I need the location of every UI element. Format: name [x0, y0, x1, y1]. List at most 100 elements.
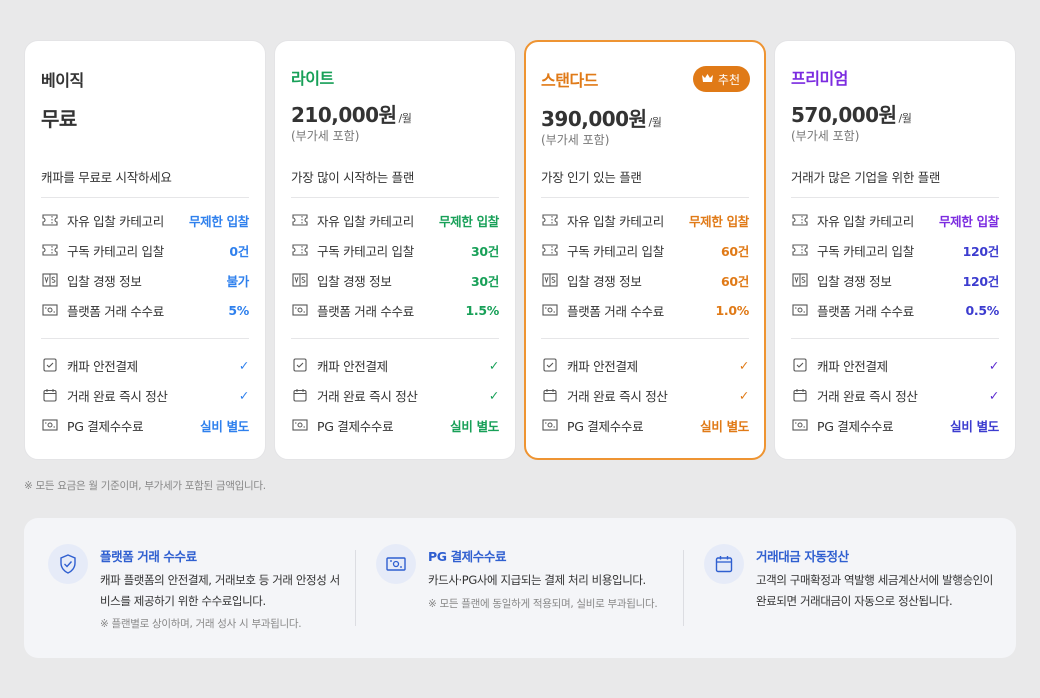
check-icon: ✓	[738, 387, 749, 403]
plan-card-standard[interactable]: 스탠다드 추천 390,000원/월 (부가세 포함) 가장 인기 있는 플랜 …	[524, 40, 766, 460]
plan-name: 스탠다드	[541, 71, 598, 90]
divider	[791, 338, 999, 339]
plan-card-premium[interactable]: 프리미엄 570,000원/월 (부가세 포함) 거래가 많은 기업을 위한 플…	[774, 40, 1016, 460]
feature-platform-fee: 플랫폼 거래 수수료 5%	[41, 300, 249, 320]
plan-description: 가장 많이 시작하는 플랜	[291, 170, 415, 185]
service-value: 실비 별도	[700, 418, 749, 434]
plan-name: 프리미엄	[791, 69, 848, 88]
feature-label: 자유 입찰 카테고리	[317, 213, 414, 229]
info-title: PG 결제수수료	[428, 549, 507, 564]
service-pg-fee: PG 결제수수료 실비 별도	[791, 415, 999, 435]
feature-value: 0건	[229, 243, 249, 259]
feature-label: 플랫폼 거래 수수료	[67, 303, 164, 319]
feature-label: 입찰 경쟁 정보	[567, 273, 642, 289]
info-title: 거래대금 자동정산	[756, 549, 849, 564]
service-label: 캐파 안전결제	[67, 358, 138, 374]
calendar-icon	[541, 386, 559, 404]
versus-icon	[791, 271, 809, 289]
money-icon	[791, 301, 809, 319]
divider	[541, 197, 749, 198]
money-icon	[791, 416, 809, 434]
check-icon: ✓	[238, 357, 249, 373]
versus-icon	[41, 271, 59, 289]
feature-label: 입찰 경쟁 정보	[817, 273, 892, 289]
service-label: 거래 완료 즉시 정산	[67, 388, 168, 404]
plan-card-basic[interactable]: 베이직 무료 캐파를 무료로 시작하세요 자유 입찰 카테고리 무제한 입찰 구…	[24, 40, 266, 460]
price-amount: 무료	[41, 107, 77, 131]
feature-value: 60건	[721, 243, 749, 259]
service-value: 실비 별도	[950, 418, 999, 434]
service-safe-payment: 캐파 안전결제 ✓	[41, 355, 249, 375]
price-period: /월	[648, 116, 662, 129]
vat-note: (부가세 포함)	[291, 129, 360, 143]
feature-label: 플랫폼 거래 수수료	[817, 303, 914, 319]
price-amount: 570,000원	[791, 103, 897, 127]
feature-free-bid: 자유 입찰 카테고리 무제한 입찰	[541, 210, 749, 230]
calendar-icon	[704, 544, 744, 584]
service-pg-fee: PG 결제수수료 실비 별도	[291, 415, 499, 435]
service-label: 캐파 안전결제	[317, 358, 388, 374]
plan-description: 거래가 많은 기업을 위한 플랜	[791, 170, 941, 185]
checkbox-icon	[791, 356, 809, 374]
service-instant-settlement: 거래 완료 즉시 정산 ✓	[791, 385, 999, 405]
info-text: 캐파 플랫폼의 안전결제, 거래보호 등 거래 안정성 서비스를 제공하기 위한…	[100, 573, 340, 608]
feature-label: 자유 입찰 카테고리	[567, 213, 664, 229]
divider	[291, 197, 499, 198]
divider	[541, 338, 749, 339]
service-value: 실비 별도	[450, 418, 499, 434]
price-amount: 210,000원	[291, 103, 397, 127]
feature-bid-competition: 입찰 경쟁 정보 30건	[291, 270, 499, 290]
feature-value: 무제한 입찰	[188, 213, 249, 229]
plan-price: 무료	[41, 103, 77, 132]
check-icon: ✓	[738, 357, 749, 373]
price-period: /월	[898, 112, 912, 125]
check-icon: ✓	[488, 357, 499, 373]
divider	[291, 338, 499, 339]
ticket-icon	[541, 241, 559, 259]
feature-label: 플랫폼 거래 수수료	[317, 303, 414, 319]
vat-note: (부가세 포함)	[541, 133, 610, 147]
feature-subscription-bid: 구독 카테고리 입찰 120건	[791, 240, 999, 260]
service-label: 거래 완료 즉시 정산	[817, 388, 918, 404]
service-label: 캐파 안전결제	[817, 358, 888, 374]
feature-value: 1.5%	[465, 302, 500, 318]
service-instant-settlement: 거래 완료 즉시 정산 ✓	[541, 385, 749, 405]
feature-label: 구독 카테고리 입찰	[317, 243, 414, 259]
service-value: 실비 별도	[200, 418, 249, 434]
service-safe-payment: 캐파 안전결제 ✓	[791, 355, 999, 375]
plan-price: 570,000원/월	[791, 99, 912, 128]
divider	[41, 197, 249, 198]
feature-value: 불가	[226, 273, 250, 289]
ticket-icon	[291, 241, 309, 259]
feature-value: 120건	[962, 273, 1000, 289]
service-instant-settlement: 거래 완료 즉시 정산 ✓	[291, 385, 499, 405]
pricing-footnote: ※ 모든 요금은 월 기준이며, 부가세가 포함된 금액입니다.	[24, 480, 266, 492]
calendar-icon	[41, 386, 59, 404]
checkbox-icon	[541, 356, 559, 374]
plan-card-lite[interactable]: 라이트 210,000원/월 (부가세 포함) 가장 많이 시작하는 플랜 자유…	[274, 40, 516, 460]
price-period: /월	[398, 112, 412, 125]
ticket-icon	[791, 241, 809, 259]
money-icon	[291, 301, 309, 319]
plan-name: 라이트	[291, 69, 334, 88]
plan-name: 베이직	[41, 71, 84, 90]
feature-bid-competition: 입찰 경쟁 정보 불가	[41, 270, 249, 290]
feature-value: 30건	[471, 273, 499, 289]
info-text: 카드사·PG사에 지급되는 결제 처리 비용입니다.	[428, 573, 646, 587]
feature-subscription-bid: 구독 카테고리 입찰 0건	[41, 240, 249, 260]
feature-platform-fee: 플랫폼 거래 수수료 1.5%	[291, 300, 499, 320]
feature-label: 자유 입찰 카테고리	[67, 213, 164, 229]
calendar-icon	[291, 386, 309, 404]
money-icon	[41, 301, 59, 319]
feature-value: 무제한 입찰	[438, 213, 499, 229]
fee-info-panel: 플랫폼 거래 수수료 캐파 플랫폼의 안전결제, 거래보호 등 거래 안정성 서…	[24, 518, 1016, 658]
versus-icon	[291, 271, 309, 289]
service-label: 거래 완료 즉시 정산	[317, 388, 418, 404]
shield-check-icon	[48, 544, 88, 584]
feature-value: 5%	[228, 302, 249, 318]
plan-description: 가장 인기 있는 플랜	[541, 170, 642, 185]
feature-free-bid: 자유 입찰 카테고리 무제한 입찰	[41, 210, 249, 230]
info-note: ※ 플랜별로 상이하며, 거래 성사 시 부과됩니다.	[100, 618, 302, 630]
feature-label: 입찰 경쟁 정보	[67, 273, 142, 289]
feature-value: 1.0%	[715, 302, 750, 318]
